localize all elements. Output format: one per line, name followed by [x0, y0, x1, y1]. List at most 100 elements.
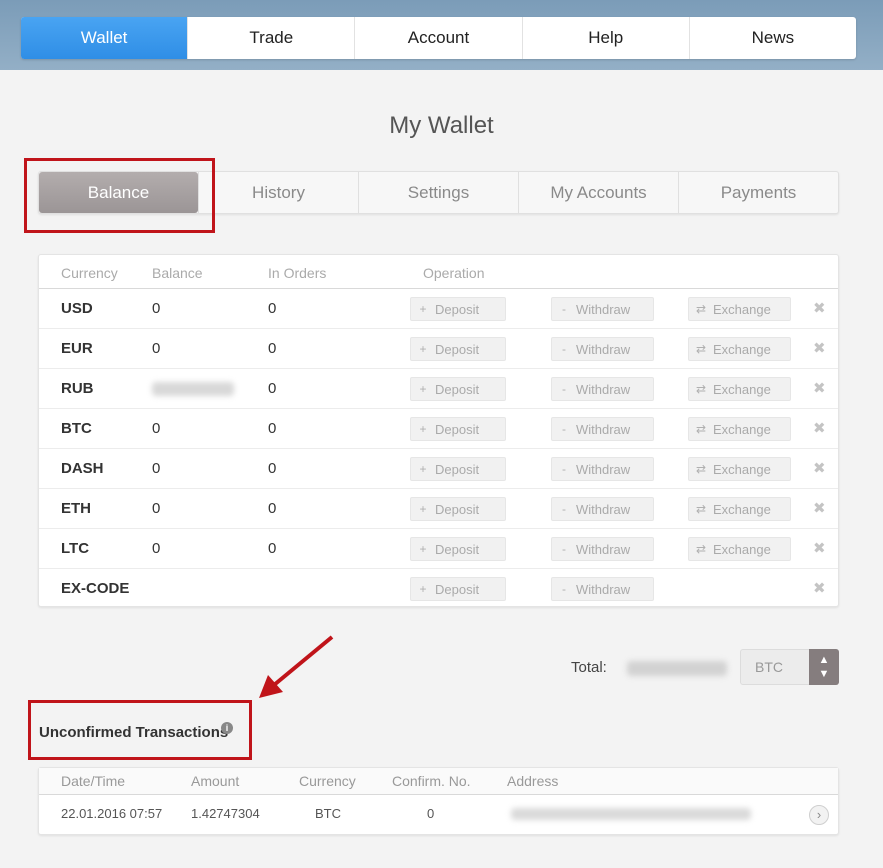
currency-code: EX-CODE: [61, 580, 130, 597]
currency-code: ETH: [61, 500, 91, 517]
balance-value: 0: [152, 540, 161, 557]
close-icon[interactable]: ✖: [813, 339, 826, 357]
balance-value: 0: [152, 420, 161, 437]
exchange-button-label: Exchange: [713, 501, 771, 517]
in-orders-value: 0: [268, 340, 277, 357]
deposit-button[interactable]: + Deposit: [410, 337, 506, 361]
tab-my-accounts[interactable]: My Accounts: [518, 172, 678, 213]
deposit-button[interactable]: + Deposit: [410, 577, 506, 601]
chevron-right-icon[interactable]: ›: [809, 805, 829, 825]
exchange-button[interactable]: ⇄ Exchange: [688, 377, 791, 401]
minus-icon: -: [562, 422, 566, 436]
table-row: DASH 0 0 + Deposit - Withdraw ⇄ Exchange ✖: [39, 449, 838, 489]
plus-icon: +: [419, 542, 427, 556]
withdraw-button[interactable]: - Withdraw: [551, 457, 654, 481]
close-icon[interactable]: ✖: [813, 299, 826, 317]
column-header-operation: Operation: [423, 265, 485, 281]
select-arrows-icon: ▲ ▼: [809, 649, 839, 685]
column-header-in-orders: In Orders: [268, 265, 327, 281]
in-orders-value: 0: [268, 460, 277, 477]
close-icon[interactable]: ✖: [813, 379, 826, 397]
balance-value: 0: [152, 500, 161, 517]
withdraw-button[interactable]: - Withdraw: [551, 537, 654, 561]
close-icon[interactable]: ✖: [813, 419, 826, 437]
top-bar: Wallet Trade Account Help News: [0, 0, 883, 70]
withdraw-button[interactable]: - Withdraw: [551, 497, 654, 521]
plus-icon: +: [419, 502, 427, 516]
nav-item-help[interactable]: Help: [521, 17, 689, 59]
deposit-button-label: Deposit: [435, 541, 480, 557]
table-row: USD 0 0 + Deposit - Withdraw ⇄ Exchange ✖: [39, 289, 838, 329]
column-header-balance: Balance: [152, 265, 203, 281]
table-row: ETH 0 0 + Deposit - Withdraw ⇄ Exchange ✖: [39, 489, 838, 529]
withdraw-button[interactable]: - Withdraw: [551, 377, 654, 401]
plus-icon: +: [419, 422, 427, 436]
exchange-arrows-icon: ⇄: [695, 382, 707, 396]
nav-item-account[interactable]: Account: [354, 17, 521, 59]
close-icon[interactable]: ✖: [813, 579, 826, 597]
withdraw-button[interactable]: - Withdraw: [551, 577, 654, 601]
exchange-arrows-icon: ⇄: [695, 542, 707, 556]
minus-icon: -: [562, 342, 566, 356]
unconfirmed-table: Date/Time Amount Currency Confirm. No. A…: [38, 767, 839, 835]
deposit-button[interactable]: + Deposit: [410, 537, 506, 561]
deposit-button-label: Deposit: [435, 421, 480, 437]
in-orders-value: 0: [268, 500, 277, 517]
exchange-button[interactable]: ⇄ Exchange: [688, 537, 791, 561]
total-currency-value: BTC: [755, 659, 783, 675]
deposit-button-label: Deposit: [435, 301, 480, 317]
withdraw-button-label: Withdraw: [576, 581, 631, 597]
close-icon[interactable]: ✖: [813, 459, 826, 477]
exchange-button[interactable]: ⇄ Exchange: [688, 337, 791, 361]
minus-icon: -: [562, 542, 566, 556]
close-icon[interactable]: ✖: [813, 499, 826, 517]
plus-icon: +: [419, 302, 427, 316]
minus-icon: -: [562, 382, 566, 396]
table-row: LTC 0 0 + Deposit - Withdraw ⇄ Exchange ✖: [39, 529, 838, 569]
tab-history[interactable]: History: [198, 172, 358, 213]
exchange-button-label: Exchange: [713, 341, 771, 357]
balance-value: 0: [152, 460, 161, 477]
nav-item-wallet[interactable]: Wallet: [21, 17, 188, 59]
column-header-amount: Amount: [191, 773, 240, 789]
minus-icon: -: [562, 582, 566, 596]
total-currency-select[interactable]: BTC ▲ ▼: [740, 649, 839, 685]
exchange-arrows-icon: ⇄: [695, 462, 707, 476]
withdraw-button-label: Withdraw: [576, 541, 631, 557]
info-icon[interactable]: i: [221, 722, 233, 734]
balance-value: 0: [152, 340, 161, 357]
plus-icon: +: [419, 582, 427, 596]
plus-icon: +: [419, 462, 427, 476]
exchange-button[interactable]: ⇄ Exchange: [688, 457, 791, 481]
exchange-button[interactable]: ⇄ Exchange: [688, 497, 791, 521]
withdraw-button-label: Withdraw: [576, 421, 631, 437]
deposit-button[interactable]: + Deposit: [410, 457, 506, 481]
column-header-currency: Currency: [299, 773, 356, 789]
currency-code: RUB: [61, 380, 94, 397]
tx-confirmations: 0: [427, 806, 435, 821]
deposit-button[interactable]: + Deposit: [410, 377, 506, 401]
exchange-button-label: Exchange: [713, 381, 771, 397]
deposit-button[interactable]: + Deposit: [410, 417, 506, 441]
exchange-button[interactable]: ⇄ Exchange: [688, 297, 791, 321]
deposit-button-label: Deposit: [435, 341, 480, 357]
nav-item-news[interactable]: News: [688, 17, 856, 59]
exchange-button[interactable]: ⇄ Exchange: [688, 417, 791, 441]
tx-currency: BTC: [315, 806, 341, 821]
withdraw-button[interactable]: - Withdraw: [551, 417, 654, 441]
deposit-button[interactable]: + Deposit: [410, 297, 506, 321]
unconfirmed-transactions-title: Unconfirmed Transactions: [39, 724, 229, 741]
tab-settings[interactable]: Settings: [358, 172, 518, 213]
minus-icon: -: [562, 462, 566, 476]
close-icon[interactable]: ✖: [813, 539, 826, 557]
currency-code: EUR: [61, 340, 93, 357]
plus-icon: +: [419, 342, 427, 356]
withdraw-button[interactable]: - Withdraw: [551, 297, 654, 321]
tx-address-obscured: [511, 808, 751, 820]
deposit-button-label: Deposit: [435, 381, 480, 397]
withdraw-button[interactable]: - Withdraw: [551, 337, 654, 361]
column-header-datetime: Date/Time: [61, 773, 126, 789]
nav-item-trade[interactable]: Trade: [187, 17, 354, 59]
tab-payments[interactable]: Payments: [678, 172, 838, 213]
deposit-button[interactable]: + Deposit: [410, 497, 506, 521]
